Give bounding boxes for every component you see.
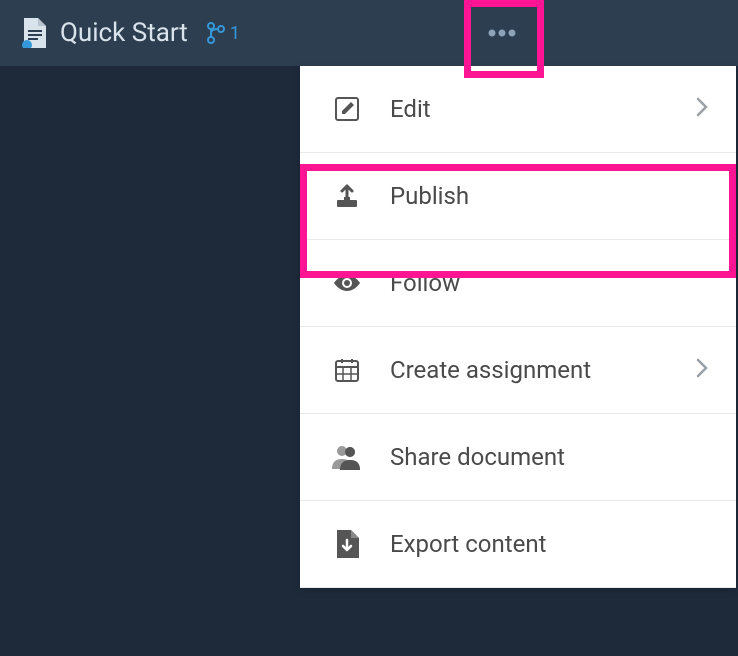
chevron-right-icon xyxy=(696,356,708,384)
more-options-button[interactable] xyxy=(478,12,526,54)
calendar-icon xyxy=(332,355,362,385)
ellipsis-icon xyxy=(487,29,517,37)
menu-label: Share document xyxy=(390,443,565,471)
menu-item-share-document[interactable]: Share document xyxy=(300,414,736,501)
publish-icon xyxy=(332,181,362,211)
share-icon xyxy=(332,442,362,472)
page-title: Quick Start xyxy=(60,18,188,48)
edit-icon xyxy=(332,94,362,124)
menu-label: Export content xyxy=(390,530,546,558)
follow-icon xyxy=(332,268,362,298)
menu-label: Edit xyxy=(390,95,431,123)
menu-label: Follow xyxy=(390,269,460,297)
branch-icon xyxy=(206,22,226,44)
export-icon xyxy=(332,529,362,559)
menu-label: Create assignment xyxy=(390,356,591,384)
document-icon xyxy=(20,18,46,48)
header-bar: Quick Start 1 xyxy=(0,0,738,66)
context-menu: Edit Publish Follow xyxy=(300,66,736,588)
branch-count: 1 xyxy=(230,23,240,44)
menu-item-edit[interactable]: Edit xyxy=(300,66,736,153)
chevron-right-icon xyxy=(696,95,708,123)
menu-item-follow[interactable]: Follow xyxy=(300,240,736,327)
menu-item-create-assignment[interactable]: Create assignment xyxy=(300,327,736,414)
branch-indicator[interactable]: 1 xyxy=(206,22,240,44)
menu-item-export-content[interactable]: Export content xyxy=(300,501,736,588)
menu-label: Publish xyxy=(390,182,469,210)
menu-item-publish[interactable]: Publish xyxy=(300,153,736,240)
